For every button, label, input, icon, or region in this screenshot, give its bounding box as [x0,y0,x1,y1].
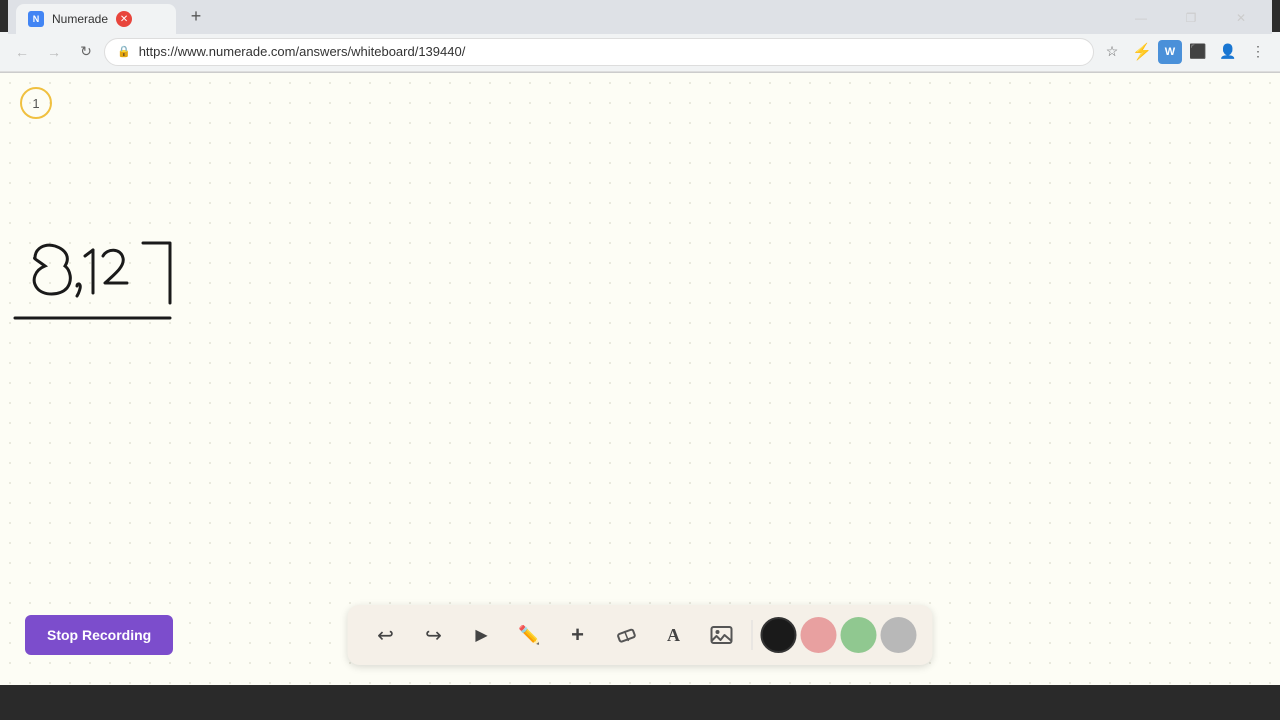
forward-button[interactable]: → [40,38,68,66]
restore-button[interactable]: ❐ [1168,2,1214,34]
color-black-button[interactable] [761,617,797,653]
tab-favicon: N [28,11,44,27]
active-tab[interactable]: N Numerade ✕ [16,4,176,34]
text-icon: A [667,625,680,646]
select-tool-button[interactable]: ▶ [460,613,504,657]
new-tab-button[interactable]: + [182,2,210,30]
eraser-icon [615,624,637,646]
minimize-button[interactable]: — [1118,2,1164,34]
close-button[interactable]: ✕ [1218,2,1264,34]
title-bar: N Numerade ✕ + — ❐ ✕ [0,0,1280,32]
profile-button[interactable]: 👤 [1214,38,1242,66]
screenshare-button[interactable]: ⬛ [1184,38,1212,66]
pen-icon: ✏️ [518,625,540,646]
lock-icon: 🔒 [117,45,131,58]
handwriting-svg [15,228,215,358]
undo-icon: ↩ [377,623,394,648]
browser-chrome: N Numerade ✕ + — ❐ ✕ ← → ↻ 🔒 https://www… [0,0,1280,73]
back-button[interactable]: ← [8,38,36,66]
undo-button[interactable]: ↩ [364,613,408,657]
menu-button[interactable]: ⋮ [1244,38,1272,66]
stop-recording-button[interactable]: Stop Recording [25,615,173,655]
page-number: 1 [32,96,39,111]
toolbar-separator [752,620,753,650]
image-icon [710,623,734,647]
tab-title: Numerade [52,12,108,26]
nav-bar: ← → ↻ 🔒 https://www.numerade.com/answers… [0,32,1280,72]
image-tool-button[interactable] [700,613,744,657]
tab-close-button[interactable]: ✕ [116,11,132,27]
color-gray-button[interactable] [881,617,917,653]
window-controls: — ❐ ✕ [1118,2,1264,34]
color-pink-button[interactable] [801,617,837,653]
page-indicator: 1 [20,87,52,119]
cursor-icon: ▶ [475,625,487,645]
redo-button[interactable]: ↪ [412,613,456,657]
wordtune-button[interactable]: W [1158,40,1182,64]
plus-icon: + [571,622,584,648]
eraser-tool-button[interactable] [604,613,648,657]
color-green-button[interactable] [841,617,877,653]
add-button[interactable]: + [556,613,600,657]
extensions-button[interactable]: ⚡ [1128,38,1156,66]
address-bar[interactable]: 🔒 https://www.numerade.com/answers/white… [104,38,1094,66]
pen-tool-button[interactable]: ✏️ [508,613,552,657]
text-tool-button[interactable]: A [652,613,696,657]
nav-icons: ☆ ⚡ W ⬛ 👤 ⋮ [1098,38,1272,66]
redo-icon: ↪ [425,623,442,648]
whiteboard[interactable]: 1 Stop Recording ↩ ↪ [0,73,1280,685]
url-text: https://www.numerade.com/answers/whitebo… [139,44,466,59]
bookmark-button[interactable]: ☆ [1098,38,1126,66]
toolbar: ↩ ↪ ▶ ✏️ + A [348,605,933,665]
reload-button[interactable]: ↻ [72,38,100,66]
handwriting-canvas [15,228,215,363]
